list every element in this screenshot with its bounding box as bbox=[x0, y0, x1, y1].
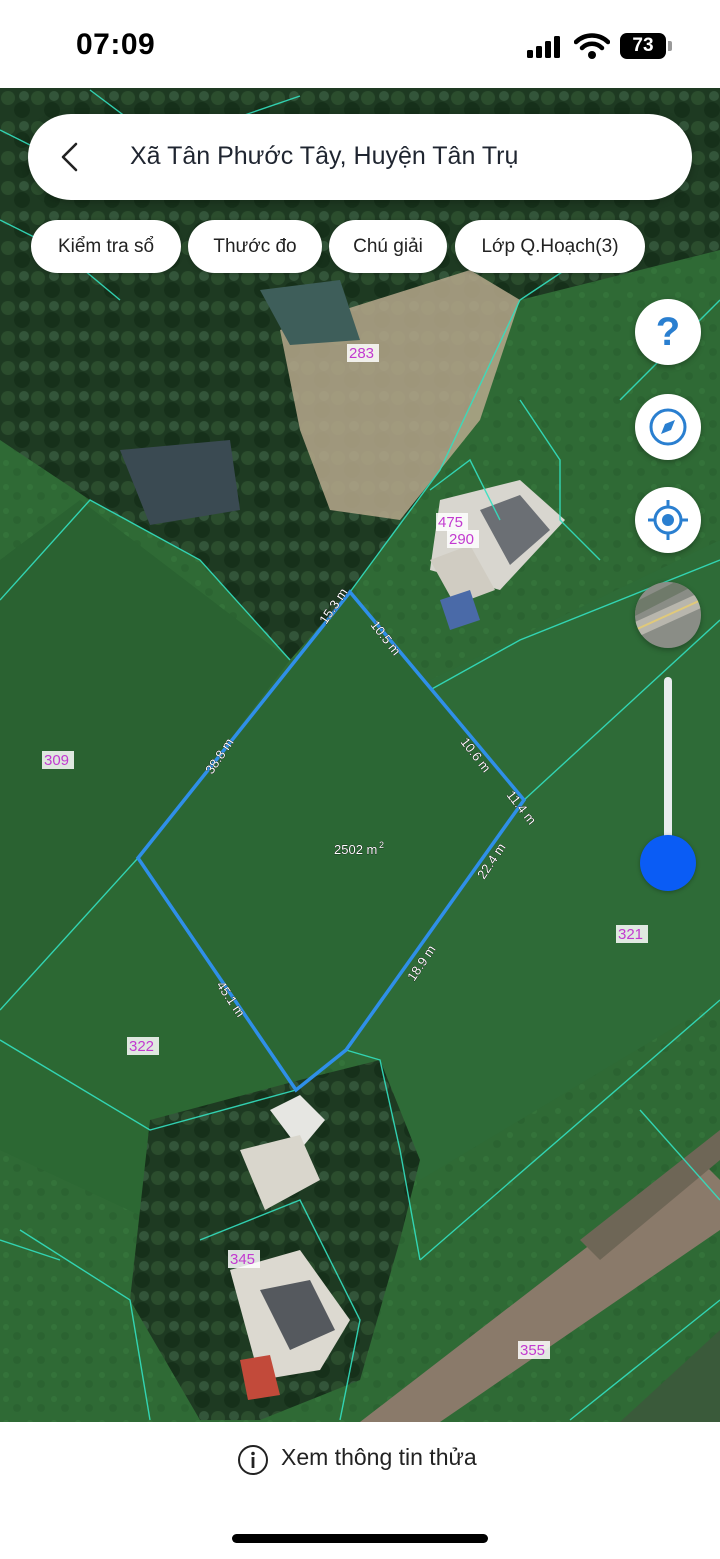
compass-button[interactable] bbox=[635, 394, 701, 460]
parcel-number: 309 bbox=[44, 752, 69, 769]
help-icon: ? bbox=[655, 310, 681, 354]
wifi-icon bbox=[573, 32, 611, 60]
parcel-number: 290 bbox=[449, 531, 474, 548]
map-view[interactable]: 15.3 m 10.5 m 10.6 m 11.4 m 22.4 m 18.9 … bbox=[0, 88, 720, 1422]
parcel-number: 283 bbox=[349, 345, 374, 362]
location-title: Xã Tân Phước Tây, Huyện Tân Trụ bbox=[130, 142, 519, 170]
status-time: 07:09 bbox=[76, 28, 156, 61]
check-title-chip[interactable]: Kiểm tra sổ bbox=[31, 220, 181, 273]
battery-level: 73 bbox=[620, 33, 666, 59]
info-icon[interactable] bbox=[237, 1444, 269, 1476]
map-layer-toggle[interactable] bbox=[635, 582, 701, 648]
planning-layer-chip[interactable]: Lớp Q.Hoạch(3) bbox=[455, 220, 645, 273]
help-button[interactable]: ? bbox=[635, 299, 701, 365]
location-search-bar[interactable]: Xã Tân Phước Tây, Huyện Tân Trụ bbox=[28, 114, 692, 200]
satellite-layer-icon bbox=[635, 582, 701, 648]
cellular-signal-icon bbox=[527, 36, 563, 58]
back-chevron-icon[interactable] bbox=[54, 140, 88, 174]
parcel-info-link[interactable]: Xem thông tin thửa bbox=[281, 1444, 477, 1471]
parcel-area-unit-sup: 2 bbox=[379, 840, 384, 850]
battery-icon: 73 bbox=[620, 33, 672, 59]
parcel-number: 345 bbox=[230, 1251, 255, 1268]
home-indicator[interactable] bbox=[232, 1534, 488, 1543]
parcel-number: 321 bbox=[618, 926, 643, 943]
locate-button[interactable] bbox=[635, 487, 701, 553]
compass-icon bbox=[649, 408, 687, 446]
measure-chip[interactable]: Thước đo bbox=[188, 220, 322, 273]
parcel-number: 322 bbox=[129, 1038, 154, 1055]
parcel-number: 355 bbox=[520, 1342, 545, 1359]
zoom-slider-handle[interactable] bbox=[640, 834, 696, 891]
status-bar: 07:09 73 bbox=[0, 0, 720, 88]
locate-icon bbox=[648, 500, 688, 540]
parcel-number: 475 bbox=[438, 514, 463, 531]
legend-chip[interactable]: Chú giải bbox=[329, 220, 447, 273]
parcel-area-value: 2502 m bbox=[334, 842, 377, 857]
